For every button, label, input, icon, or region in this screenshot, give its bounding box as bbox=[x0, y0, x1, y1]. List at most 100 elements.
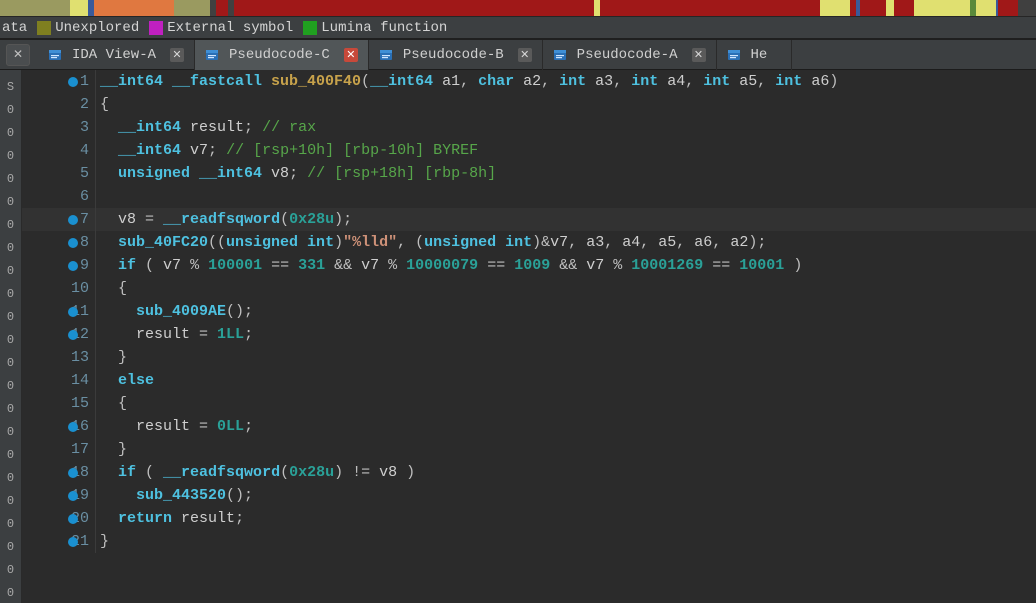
tab-pseudocode-a[interactable]: Pseudocode-A✕ bbox=[543, 40, 717, 70]
line-gutter[interactable]: 19 bbox=[22, 484, 96, 507]
tab-pseudocode-b[interactable]: Pseudocode-B✕ bbox=[369, 40, 543, 70]
line-gutter[interactable]: 16 bbox=[22, 415, 96, 438]
minimap-segment[interactable] bbox=[998, 0, 1018, 16]
line-gutter[interactable]: 1 bbox=[22, 70, 96, 93]
line-gutter[interactable]: 5 bbox=[22, 162, 96, 185]
minimap-segment[interactable] bbox=[1024, 0, 1036, 16]
close-panel-button[interactable]: ✕ bbox=[6, 44, 30, 66]
code-line[interactable]: 21} bbox=[22, 530, 1036, 553]
code-line[interactable]: 16 result = 0LL; bbox=[22, 415, 1036, 438]
code-line[interactable]: 3 __int64 result; // rax bbox=[22, 116, 1036, 139]
code-line[interactable]: 10 { bbox=[22, 277, 1036, 300]
line-text[interactable]: sub_4009AE(); bbox=[96, 300, 253, 323]
breakpoint-icon[interactable] bbox=[68, 215, 78, 225]
close-icon[interactable]: ✕ bbox=[170, 48, 184, 62]
breakpoint-icon[interactable] bbox=[68, 238, 78, 248]
breakpoint-icon[interactable] bbox=[68, 514, 78, 524]
tab-ida-view-a[interactable]: IDA View-A✕ bbox=[38, 40, 195, 70]
line-text[interactable]: } bbox=[96, 438, 127, 461]
minimap-segment[interactable] bbox=[894, 0, 914, 16]
code-line[interactable]: 18 if ( __readfsqword(0x28u) != v8 ) bbox=[22, 461, 1036, 484]
minimap-segment[interactable] bbox=[600, 0, 820, 16]
line-text[interactable]: __int64 __fastcall sub_400F40(__int64 a1… bbox=[96, 70, 838, 93]
line-text[interactable]: { bbox=[96, 392, 127, 415]
line-gutter[interactable]: 11 bbox=[22, 300, 96, 323]
line-gutter[interactable]: 9 bbox=[22, 254, 96, 277]
code-line[interactable]: 20 return result; bbox=[22, 507, 1036, 530]
breakpoint-icon[interactable] bbox=[68, 537, 78, 547]
minimap-segment[interactable] bbox=[0, 0, 70, 16]
code-line[interactable]: 8 sub_40FC20((unsigned int)"%lld", (unsi… bbox=[22, 231, 1036, 254]
line-text[interactable]: __int64 v7; // [rsp+10h] [rbp-10h] BYREF bbox=[96, 139, 478, 162]
line-text[interactable]: if ( v7 % 100001 == 331 && v7 % 10000079… bbox=[96, 254, 802, 277]
code-line[interactable]: 6 bbox=[22, 185, 1036, 208]
line-text[interactable]: return result; bbox=[96, 507, 244, 530]
line-gutter[interactable]: 7 bbox=[22, 208, 96, 231]
line-gutter[interactable]: 14 bbox=[22, 369, 96, 392]
code-line[interactable]: 17 } bbox=[22, 438, 1036, 461]
minimap-segment[interactable] bbox=[94, 0, 174, 16]
line-text[interactable]: __int64 result; // rax bbox=[96, 116, 316, 139]
breakpoint-icon[interactable] bbox=[68, 468, 78, 478]
line-gutter[interactable]: 10 bbox=[22, 277, 96, 300]
line-gutter[interactable]: 13 bbox=[22, 346, 96, 369]
breakpoint-icon[interactable] bbox=[68, 330, 78, 340]
line-text[interactable]: { bbox=[96, 93, 109, 116]
line-gutter[interactable]: 4 bbox=[22, 139, 96, 162]
code-line[interactable]: 4 __int64 v7; // [rsp+10h] [rbp-10h] BYR… bbox=[22, 139, 1036, 162]
navigation-minimap[interactable] bbox=[0, 0, 1036, 16]
breakpoint-icon[interactable] bbox=[68, 261, 78, 271]
line-text[interactable]: { bbox=[96, 277, 127, 300]
line-gutter[interactable]: 21 bbox=[22, 530, 96, 553]
minimap-segment[interactable] bbox=[860, 0, 886, 16]
minimap-segment[interactable] bbox=[914, 0, 970, 16]
code-line[interactable]: 15 { bbox=[22, 392, 1036, 415]
line-gutter[interactable]: 17 bbox=[22, 438, 96, 461]
close-icon[interactable]: ✕ bbox=[692, 48, 706, 62]
line-gutter[interactable]: 15 bbox=[22, 392, 96, 415]
code-line[interactable]: 5 unsigned __int64 v8; // [rsp+18h] [rbp… bbox=[22, 162, 1036, 185]
breakpoint-icon[interactable] bbox=[68, 307, 78, 317]
code-line[interactable]: 19 sub_443520(); bbox=[22, 484, 1036, 507]
line-gutter[interactable]: 3 bbox=[22, 116, 96, 139]
code-line[interactable]: 11 sub_4009AE(); bbox=[22, 300, 1036, 323]
breakpoint-icon[interactable] bbox=[68, 422, 78, 432]
close-icon[interactable]: ✕ bbox=[344, 48, 358, 62]
line-text[interactable]: sub_40FC20((unsigned int)"%lld", (unsign… bbox=[96, 231, 766, 254]
line-gutter[interactable]: 18 bbox=[22, 461, 96, 484]
line-text[interactable]: } bbox=[96, 346, 127, 369]
code-line[interactable]: 12 result = 1LL; bbox=[22, 323, 1036, 346]
tab-he[interactable]: He bbox=[717, 40, 793, 70]
minimap-segment[interactable] bbox=[234, 0, 594, 16]
line-gutter[interactable]: 8 bbox=[22, 231, 96, 254]
line-gutter[interactable]: 12 bbox=[22, 323, 96, 346]
code-line[interactable]: 9 if ( v7 % 100001 == 331 && v7 % 100000… bbox=[22, 254, 1036, 277]
line-text[interactable]: if ( __readfsqword(0x28u) != v8 ) bbox=[96, 461, 415, 484]
line-text[interactable]: else bbox=[96, 369, 154, 392]
line-text[interactable]: v8 = __readfsqword(0x28u); bbox=[96, 208, 352, 231]
line-gutter[interactable]: 2 bbox=[22, 93, 96, 116]
minimap-segment[interactable] bbox=[886, 0, 894, 16]
line-text[interactable]: sub_443520(); bbox=[96, 484, 253, 507]
line-gutter[interactable]: 20 bbox=[22, 507, 96, 530]
code-line[interactable]: 14 else bbox=[22, 369, 1036, 392]
minimap-segment[interactable] bbox=[174, 0, 210, 16]
line-text[interactable]: unsigned __int64 v8; // [rsp+18h] [rbp-8… bbox=[96, 162, 496, 185]
breakpoint-icon[interactable] bbox=[68, 77, 78, 87]
line-text[interactable]: result = 0LL; bbox=[96, 415, 253, 438]
line-gutter[interactable]: 6 bbox=[22, 185, 96, 208]
minimap-segment[interactable] bbox=[820, 0, 850, 16]
line-text[interactable]: result = 1LL; bbox=[96, 323, 253, 346]
code-line[interactable]: 1__int64 __fastcall sub_400F40(__int64 a… bbox=[22, 70, 1036, 93]
code-line[interactable]: 13 } bbox=[22, 346, 1036, 369]
code-line[interactable]: 7 v8 = __readfsqword(0x28u); bbox=[22, 208, 1036, 231]
code-line[interactable]: 2{ bbox=[22, 93, 1036, 116]
minimap-segment[interactable] bbox=[70, 0, 88, 16]
minimap-segment[interactable] bbox=[976, 0, 996, 16]
close-icon[interactable]: ✕ bbox=[518, 48, 532, 62]
pseudocode-editor[interactable]: 1__int64 __fastcall sub_400F40(__int64 a… bbox=[22, 70, 1036, 603]
tab-pseudocode-c[interactable]: Pseudocode-C✕ bbox=[195, 40, 369, 70]
minimap-segment[interactable] bbox=[216, 0, 228, 16]
line-text[interactable]: } bbox=[96, 530, 109, 553]
breakpoint-icon[interactable] bbox=[68, 491, 78, 501]
